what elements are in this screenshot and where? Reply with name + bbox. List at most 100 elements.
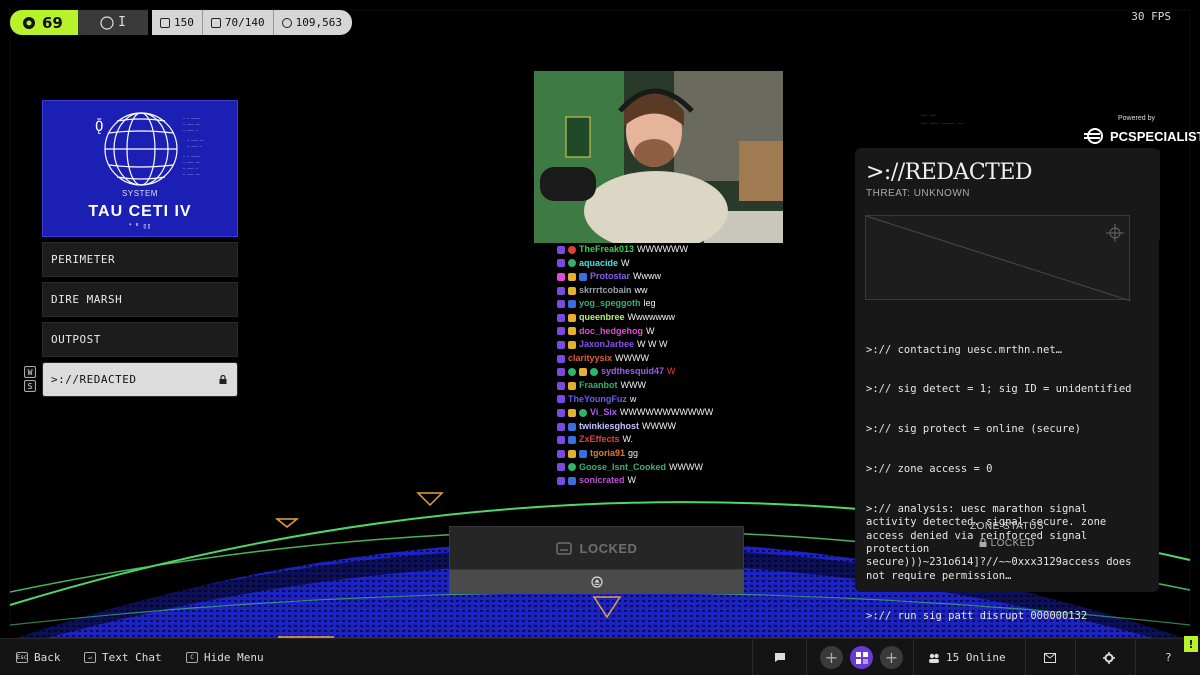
deploy-button-locked[interactable]: LOCKED bbox=[449, 526, 744, 570]
alert-icon[interactable]: ! bbox=[1184, 636, 1198, 652]
chat-username[interactable]: sonicrated bbox=[579, 474, 625, 488]
key-s: S bbox=[24, 380, 36, 392]
chat-message: Goose_Isnt_Cooked WWWW bbox=[557, 461, 747, 475]
log-line: >:// run sig patt disrupt 000000132 bbox=[866, 609, 1088, 622]
chat-username[interactable]: doc_hedgehog bbox=[579, 325, 643, 339]
plus-icon: + bbox=[824, 648, 839, 667]
chat-username[interactable]: Goose_Isnt_Cooked bbox=[579, 461, 666, 475]
zone-info-panel: >://REDACTED THREAT: UNKNOWN >:// contac… bbox=[855, 148, 1159, 622]
svg-text:— ——— ——: — ——— —— bbox=[183, 160, 201, 164]
chat-text: Wwww bbox=[633, 271, 662, 282]
sub-badge-icon bbox=[557, 245, 565, 254]
chat-text: gg bbox=[628, 447, 639, 458]
sub-badge-icon bbox=[557, 259, 565, 268]
chat-bubble-button[interactable] bbox=[774, 639, 786, 675]
svg-text:— ——— —: — ——— — bbox=[187, 144, 203, 148]
svg-text:Ǭ: Ǭ bbox=[95, 118, 103, 135]
resource-bar: 150 70/140 109,563 bbox=[152, 10, 352, 35]
chat-username[interactable]: Protostar bbox=[590, 270, 630, 284]
level-badge: 69 bbox=[10, 10, 78, 35]
faint-code: —— —— —— ——— ———— —— bbox=[921, 113, 964, 127]
settings-button[interactable] bbox=[1103, 639, 1115, 675]
log-line: >:// sig protect = online (secure) bbox=[866, 423, 1081, 436]
sub-badge-icon bbox=[557, 476, 565, 485]
chat-message: sydthesquid47 W bbox=[557, 365, 747, 379]
badge-icon bbox=[568, 408, 576, 417]
svg-text:— ——— —: — ——— — bbox=[183, 166, 199, 170]
add-party-slot-button[interactable]: + bbox=[880, 646, 903, 669]
system-card[interactable]: Ǭ — — ———— — ——— —— — ——— — — ——— —— — ——— … bbox=[42, 100, 238, 237]
zone-title: >://REDACTED bbox=[866, 160, 1033, 185]
menu-item-redacted[interactable]: >://REDACTED bbox=[42, 362, 238, 397]
chat-message: clarityysix WWWW bbox=[557, 352, 747, 366]
bottom-bar: Esc Back ↵ Text Chat C Hide Menu + + 15 Onl… bbox=[0, 638, 1200, 675]
chat-message: TheYoungFuz w bbox=[557, 393, 747, 407]
chat-overlay: TheFreak013 WWWWWW aquacide W Protostar Www… bbox=[557, 243, 747, 493]
chat-message: tgoria91 gg bbox=[557, 447, 747, 461]
gear-icon bbox=[1103, 651, 1115, 664]
party-member-avatar[interactable] bbox=[850, 646, 873, 669]
sub-badge-icon bbox=[557, 408, 565, 417]
chat-message: TheFreak013 WWWWWW bbox=[557, 243, 747, 257]
svg-text:— ——— ——: — ——— —— bbox=[183, 122, 201, 126]
inbox-button[interactable] bbox=[1044, 639, 1056, 675]
chat-message: Protostar Wwww bbox=[557, 270, 747, 284]
chat-username[interactable]: TheFreak013 bbox=[579, 243, 634, 257]
chat-username[interactable]: aquacide bbox=[579, 257, 618, 271]
chat-username[interactable]: TheYoungFuz bbox=[568, 393, 627, 407]
chat-text: W bbox=[627, 475, 637, 486]
chat-username[interactable]: twinkiesghost bbox=[579, 420, 639, 434]
friends-online-button[interactable]: 15 Online bbox=[928, 639, 1006, 675]
chat-text: W. bbox=[622, 434, 634, 445]
key-w: W bbox=[24, 366, 36, 378]
svg-text:— — ————: — — ———— bbox=[183, 116, 201, 120]
sub-badge-icon bbox=[557, 449, 565, 458]
chat-text: W bbox=[646, 325, 655, 336]
badge-icon bbox=[568, 422, 576, 431]
text-chat-button[interactable]: ↵ Text Chat bbox=[84, 639, 162, 675]
badge-icon bbox=[568, 340, 576, 349]
chat-username[interactable]: tgoria91 bbox=[590, 447, 625, 461]
hide-menu-button[interactable]: C Hide Menu bbox=[186, 639, 264, 675]
menu-item-dire-marsh[interactable]: DIRE MARSH bbox=[42, 282, 238, 317]
powered-by-label: Powered by bbox=[1118, 115, 1155, 122]
system-label: SYSTEM bbox=[122, 189, 158, 198]
badge-icon bbox=[568, 368, 576, 377]
add-party-slot-button[interactable]: + bbox=[820, 646, 843, 669]
badge-icon bbox=[568, 476, 576, 485]
chat-message: twinkiesghost WWWW bbox=[557, 420, 747, 434]
chat-text: WWW bbox=[620, 379, 646, 390]
credits-icon bbox=[281, 17, 292, 28]
system-marks: ᐤ ᐦ ▯▯ bbox=[128, 222, 152, 230]
rank-icon bbox=[100, 15, 114, 30]
back-button[interactable]: Esc Back bbox=[16, 639, 61, 675]
microphone-icon bbox=[540, 167, 596, 201]
chat-message: Fraanbot WWW bbox=[557, 379, 747, 393]
menu-item-perimeter[interactable]: PERIMETER bbox=[42, 242, 238, 277]
menu-item-outpost[interactable]: OUTPOST bbox=[42, 322, 238, 357]
player-status: 69 I bbox=[10, 10, 148, 35]
avatar-icon bbox=[855, 651, 868, 664]
chat-text: W bbox=[621, 257, 630, 268]
chat-username[interactable]: sydthesquid47 bbox=[601, 365, 664, 379]
chat-username[interactable]: yog_speggoth bbox=[579, 297, 641, 311]
friends-icon bbox=[929, 653, 939, 663]
eject-button[interactable] bbox=[449, 570, 744, 594]
svg-text:— ——— —: — ——— — bbox=[183, 128, 199, 132]
chat-username[interactable]: clarityysix bbox=[568, 352, 612, 366]
sub-badge-icon bbox=[557, 286, 565, 295]
sub-badge-icon bbox=[557, 395, 565, 404]
chat-message: sonicrated W bbox=[557, 474, 747, 488]
chat-username[interactable]: JaxonJarbee bbox=[579, 338, 634, 352]
plus-icon: + bbox=[884, 648, 899, 667]
chat-username[interactable]: queenbree bbox=[579, 311, 625, 325]
chat-username[interactable]: skrrrtcobain bbox=[579, 284, 632, 298]
chat-bubble-icon bbox=[775, 653, 785, 662]
chat-username[interactable]: Fraanbot bbox=[579, 379, 618, 393]
chat-username[interactable]: Vi_Six bbox=[590, 406, 617, 420]
chat-username[interactable]: ZxEffects bbox=[579, 433, 620, 447]
badge-icon bbox=[568, 463, 576, 472]
rank-badge: I bbox=[78, 10, 148, 35]
chat-message: Vi_Six WWWWWWWWWWW bbox=[557, 406, 747, 420]
help-button[interactable]: ? bbox=[1165, 639, 1172, 675]
